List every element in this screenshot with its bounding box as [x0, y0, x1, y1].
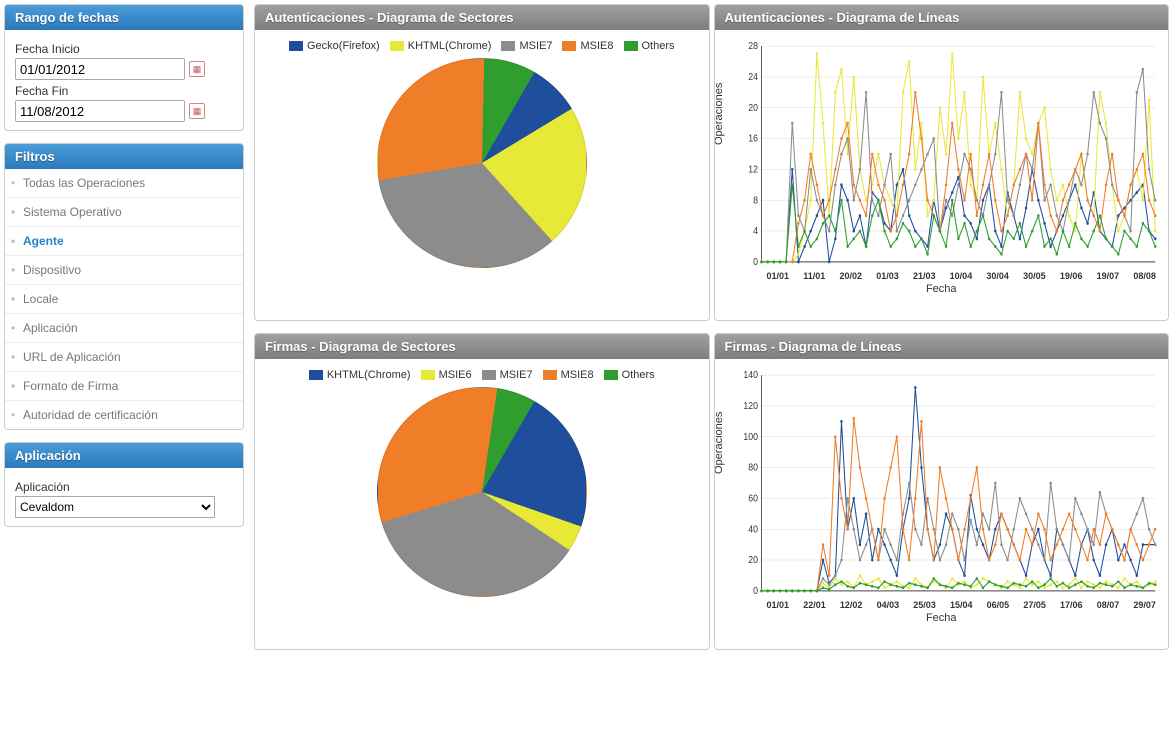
auth-line-xticks: 01/01 11/01 20/02 01/03 21/03 10/04 30/04 30/05… [723, 271, 1161, 281]
sig-pie-panel: Firmas - Diagrama de Sectores KHTML(Chro… [254, 333, 710, 650]
x-tick: 11/01 [803, 271, 825, 281]
end-date-input[interactable] [15, 100, 185, 122]
auth-pie-legend: Gecko(Firefox) KHTML(Chrome) MSIE7 MSIE8 Oth… [265, 40, 699, 52]
auth-line-panel: Autenticaciones - Diagrama de Líneas Ope… [714, 4, 1170, 321]
x-tick: 12/02 [840, 600, 863, 610]
sig-line-ylabel: Operaciones [714, 412, 725, 474]
svg-text:80: 80 [748, 462, 758, 474]
end-date-label: Fecha Fin [15, 84, 233, 98]
x-tick: 01/01 [767, 600, 790, 610]
svg-text:120: 120 [743, 400, 758, 412]
sig-line-xlabel: Fecha [723, 612, 1161, 624]
legend-item: Others [604, 369, 655, 381]
start-date-label: Fecha Inicio [15, 42, 233, 56]
legend-item: Others [624, 40, 675, 52]
svg-text:8: 8 [753, 195, 758, 207]
auth-pie-title: Autenticaciones - Diagrama de Sectores [255, 5, 709, 30]
x-tick: 10/04 [950, 271, 973, 281]
x-tick: 25/03 [913, 600, 936, 610]
x-tick: 22/01 [803, 600, 826, 610]
legend-item: MSIE8 [543, 369, 594, 381]
filter-item[interactable]: Sistema Operativo [5, 197, 243, 226]
svg-text:28: 28 [748, 41, 758, 53]
auth-pie-panel: Autenticaciones - Diagrama de Sectores G… [254, 4, 710, 321]
sig-pie-legend: KHTML(Chrome) MSIE6 MSIE7 MSIE8 Others [265, 369, 699, 381]
svg-text:16: 16 [748, 133, 758, 145]
sig-line-title: Firmas - Diagrama de Líneas [715, 334, 1169, 359]
filters-panel: Filtros Todas las OperacionesSistema Ope… [4, 143, 244, 430]
svg-text:24: 24 [748, 71, 758, 83]
svg-text:12: 12 [748, 164, 758, 176]
legend-item: Gecko(Firefox) [289, 40, 380, 52]
start-date-input[interactable] [15, 58, 185, 80]
auth-line-xlabel: Fecha [723, 283, 1161, 295]
legend-item: MSIE8 [562, 40, 613, 52]
sig-line-xticks: 01/01 22/01 12/02 04/03 25/03 15/04 06/05 27/05… [723, 600, 1161, 610]
application-title: Aplicación [5, 443, 243, 468]
legend-item: MSIE7 [482, 369, 533, 381]
svg-text:100: 100 [743, 431, 758, 443]
date-range-panel: Rango de fechas Fecha Inicio ▦ Fecha Fin… [4, 4, 244, 131]
date-range-title: Rango de fechas [5, 5, 243, 30]
x-tick: 19/07 [1097, 271, 1120, 281]
application-select[interactable]: Cevaldom [15, 496, 215, 518]
legend-item: KHTML(Chrome) [390, 40, 492, 52]
application-panel: Aplicación Aplicación Cevaldom [4, 442, 244, 527]
x-tick: 15/04 [950, 600, 973, 610]
x-tick: 01/01 [767, 271, 790, 281]
filter-item[interactable]: URL de Aplicación [5, 342, 243, 371]
sig-line-panel: Firmas - Diagrama de Líneas Operaciones … [714, 333, 1170, 650]
x-tick: 17/06 [1060, 600, 1083, 610]
filter-item[interactable]: Locale [5, 284, 243, 313]
x-tick: 08/08 [1133, 271, 1156, 281]
svg-text:40: 40 [748, 524, 758, 536]
filter-item[interactable]: Aplicación [5, 313, 243, 342]
svg-text:0: 0 [753, 585, 758, 597]
x-tick: 08/07 [1097, 600, 1120, 610]
svg-text:20: 20 [748, 555, 758, 567]
x-tick: 27/05 [1023, 600, 1046, 610]
x-tick: 30/04 [986, 271, 1009, 281]
x-tick: 04/03 [877, 600, 900, 610]
legend-item: MSIE6 [421, 369, 472, 381]
x-tick: 01/03 [876, 271, 899, 281]
calendar-icon[interactable]: ▦ [189, 103, 205, 119]
svg-text:20: 20 [748, 102, 758, 114]
x-tick: 06/05 [987, 600, 1010, 610]
legend-item: KHTML(Chrome) [309, 369, 411, 381]
x-tick: 29/07 [1133, 600, 1156, 610]
sig-pie-chart [377, 387, 587, 597]
calendar-icon[interactable]: ▦ [189, 61, 205, 77]
x-tick: 20/02 [839, 271, 862, 281]
sig-line-chart: 0 20 40 60 80 100 120 140 [723, 367, 1161, 597]
svg-text:140: 140 [743, 370, 758, 382]
auth-line-title: Autenticaciones - Diagrama de Líneas [715, 5, 1169, 30]
auth-pie-chart [377, 58, 587, 268]
legend-item: MSIE7 [501, 40, 552, 52]
filter-item[interactable]: Autoridad de certificación [5, 400, 243, 429]
x-tick: 19/06 [1060, 271, 1083, 281]
filters-list: Todas las OperacionesSistema OperativoAg… [5, 169, 243, 429]
svg-text:0: 0 [753, 256, 758, 268]
svg-text:4: 4 [753, 226, 758, 238]
auth-line-ylabel: Operaciones [714, 83, 725, 145]
x-tick: 21/03 [913, 271, 936, 281]
filter-item[interactable]: Dispositivo [5, 255, 243, 284]
sig-pie-title: Firmas - Diagrama de Sectores [255, 334, 709, 359]
filter-item[interactable]: Formato de Firma [5, 371, 243, 400]
x-tick: 30/05 [1023, 271, 1046, 281]
filter-item[interactable]: Agente [5, 226, 243, 255]
filter-item[interactable]: Todas las Operaciones [5, 169, 243, 197]
application-label: Aplicación [15, 480, 233, 494]
filters-title: Filtros [5, 144, 243, 169]
auth-line-chart: 0 4 8 12 16 20 24 28 [723, 38, 1161, 268]
svg-text:60: 60 [748, 493, 758, 505]
